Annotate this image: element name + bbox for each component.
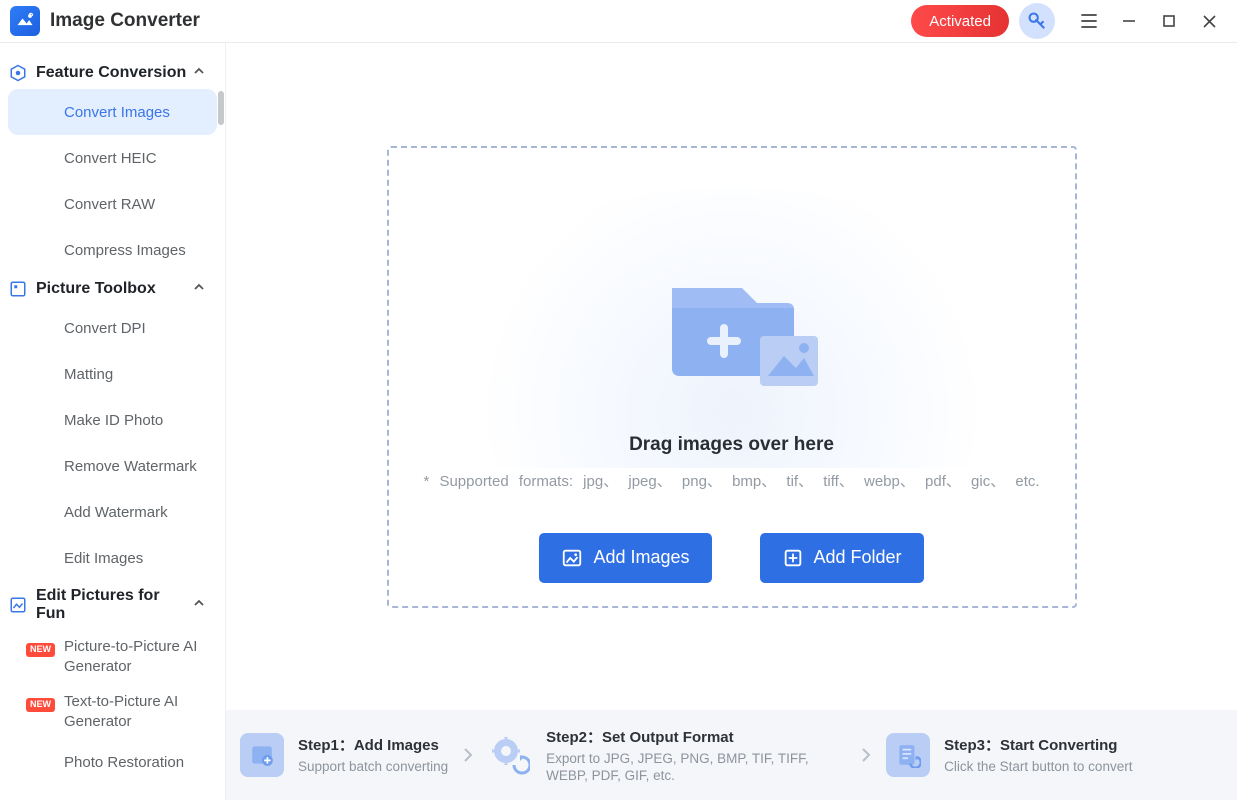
edit-for-fun-icon (8, 595, 28, 615)
step-2: Step2：Set Output Format Export to JPG, J… (488, 726, 846, 785)
activated-button[interactable]: Activated (911, 5, 1009, 37)
section-header-edit-pictures-for-fun[interactable]: Edit Pictures for Fun (0, 581, 225, 629)
sidebar-item-photo-restoration[interactable]: Photo Restoration (8, 739, 217, 785)
dropzone-title: Drag images over here (629, 434, 834, 456)
step2-title: Step2：Set Output Format (546, 726, 846, 747)
sidebar-item-label: Compress Images (64, 242, 186, 259)
step-chevron-icon (846, 745, 886, 765)
chevron-up-icon (193, 596, 207, 614)
new-badge: NEW (26, 643, 55, 657)
sidebar-item-label: Picture-to-Picture AI Generator (64, 637, 217, 676)
dropzone[interactable]: Drag images over here * Supported format… (387, 146, 1077, 608)
close-icon (1202, 14, 1217, 29)
app-logo-icon (10, 6, 40, 36)
step2-icon (488, 733, 532, 777)
add-folder-label: Add Folder (814, 547, 902, 568)
new-badge: NEW (26, 698, 55, 712)
section-label: Picture Toolbox (36, 280, 156, 298)
minimize-icon (1121, 13, 1137, 29)
steps-bar: Step1：Add Images Support batch convertin… (226, 710, 1237, 800)
step-chevron-icon (448, 745, 488, 765)
key-icon (1027, 11, 1047, 31)
sidebar-item-add-watermark[interactable]: Add Watermark (8, 489, 217, 535)
add-images-label: Add Images (593, 547, 689, 568)
sidebar-item-label: Convert DPI (64, 320, 146, 337)
sidebar-item-picture-to-picture-ai[interactable]: NEW Picture-to-Picture AI Generator (8, 629, 217, 684)
sidebar-item-convert-heic[interactable]: Convert HEIC (8, 135, 217, 181)
section-header-feature-conversion[interactable]: Feature Conversion (0, 57, 225, 89)
sidebar-item-convert-raw[interactable]: Convert RAW (8, 181, 217, 227)
step-3: Step3：Start Converting Click the Start b… (886, 733, 1132, 777)
step1-sub: Support batch converting (298, 759, 448, 776)
sidebar-item-label: Photo Restoration (64, 754, 184, 771)
sidebar-item-remove-watermark[interactable]: Remove Watermark (8, 443, 217, 489)
chevron-up-icon (193, 64, 207, 82)
dropzone-illustration (452, 188, 1012, 468)
step2-sub: Export to JPG, JPEG, PNG, BMP, TIF, TIFF… (546, 751, 846, 785)
sidebar: Feature Conversion Convert Images Conver… (0, 43, 226, 800)
hamburger-icon (1080, 12, 1098, 30)
sidebar-item-label: Text-to-Picture AI Generator (64, 692, 217, 731)
sidebar-item-label: Remove Watermark (64, 458, 197, 475)
image-icon (561, 547, 583, 569)
chevron-up-icon (193, 280, 207, 298)
sidebar-item-make-id-photo[interactable]: Make ID Photo (8, 397, 217, 443)
sidebar-item-convert-images[interactable]: Convert Images (8, 89, 217, 135)
sidebar-item-label: Matting (64, 366, 113, 383)
picture-toolbox-icon (8, 279, 28, 299)
sidebar-item-label: Convert Images (64, 104, 170, 121)
folder-plus-icon (782, 547, 804, 569)
sidebar-item-label: Make ID Photo (64, 412, 163, 429)
app-title: Image Converter (50, 10, 200, 32)
step3-title: Step3：Start Converting (944, 734, 1132, 755)
license-key-button[interactable] (1019, 3, 1055, 39)
sidebar-item-label: Convert RAW (64, 196, 155, 213)
add-folder-button[interactable]: Add Folder (760, 533, 924, 583)
sidebar-item-edit-images[interactable]: Edit Images (8, 535, 217, 581)
titlebar: Image Converter Activated (0, 0, 1237, 43)
sidebar-item-text-to-picture-ai[interactable]: NEW Text-to-Picture AI Generator (8, 684, 217, 739)
menu-button[interactable] (1069, 0, 1109, 43)
sidebar-item-compress-images[interactable]: Compress Images (8, 227, 217, 273)
sidebar-scrollbar-thumb[interactable] (218, 91, 224, 125)
activated-label: Activated (929, 13, 991, 30)
dropzone-subtitle: * Supported formats: jpg、 jpeg、 png、 bmp… (423, 470, 1039, 491)
window-close-button[interactable] (1189, 0, 1229, 43)
maximize-icon (1162, 14, 1176, 28)
main-area: Drag images over here * Supported format… (226, 43, 1237, 800)
window-maximize-button[interactable] (1149, 0, 1189, 43)
window-minimize-button[interactable] (1109, 0, 1149, 43)
sidebar-item-label: Edit Images (64, 550, 143, 567)
section-label: Feature Conversion (36, 64, 186, 82)
sidebar-item-add-special-effects[interactable]: Add Special Effects (8, 785, 217, 800)
feature-conversion-icon (8, 63, 28, 83)
sidebar-item-matting[interactable]: Matting (8, 351, 217, 397)
step1-title: Step1：Add Images (298, 734, 448, 755)
step1-icon (240, 733, 284, 777)
sidebar-item-label: Add Watermark (64, 504, 168, 521)
add-images-button[interactable]: Add Images (539, 533, 711, 583)
step3-sub: Click the Start button to convert (944, 759, 1132, 776)
sidebar-item-label: Convert HEIC (64, 150, 157, 167)
step-1: Step1：Add Images Support batch convertin… (240, 733, 448, 777)
sidebar-item-convert-dpi[interactable]: Convert DPI (8, 305, 217, 351)
step3-icon (886, 733, 930, 777)
section-label: Edit Pictures for Fun (36, 587, 193, 623)
section-header-picture-toolbox[interactable]: Picture Toolbox (0, 273, 225, 305)
